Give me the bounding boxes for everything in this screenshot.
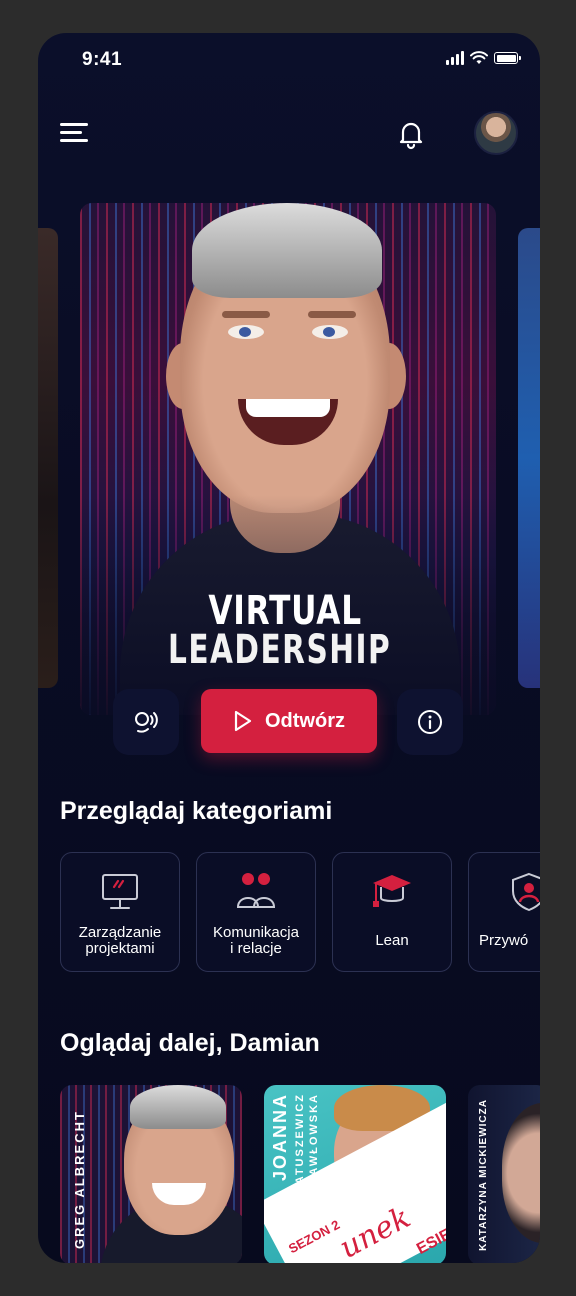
notifications-button[interactable] (394, 117, 428, 151)
wifi-icon (470, 51, 488, 64)
hero-actions: Odtwórz (38, 689, 540, 755)
category-label: Komunikacja (213, 924, 299, 941)
carousel-card-previous[interactable] (38, 228, 58, 688)
category-project-management[interactable]: Zarządzanie projektami (60, 852, 180, 972)
category-label-line2: projektami (85, 940, 155, 957)
monitor-icon (102, 874, 138, 909)
carousel-card-next[interactable] (518, 228, 540, 688)
play-button[interactable]: Odtwórz (201, 689, 377, 753)
play-icon (234, 710, 252, 732)
tile-speaker-name: KATARZYNA MICKIEWICZA (478, 1099, 489, 1251)
hero-card[interactable]: VIRTUAL LEADERSHIP (80, 203, 496, 715)
app-screen: 9:41 VIRTUAL LEADERSHIP Odtwórz Przegląd… (38, 33, 540, 1263)
category-leadership[interactable]: Przywó (468, 852, 540, 972)
profile-avatar[interactable] (474, 111, 518, 155)
continue-tile[interactable]: GREG ALBRECHT (60, 1085, 242, 1263)
category-label: Zarządzanie (78, 924, 162, 941)
continue-watching-list: GREG ALBRECHT JOANNA MATUSZEWICZ -PAWŁOW… (60, 1085, 540, 1263)
hero-title-line2: LEADERSHIP (168, 627, 392, 673)
tile-speaker-last-name-2: -PAWŁOWSKA (308, 1093, 320, 1190)
category-lean[interactable]: Lean (332, 852, 452, 972)
categories-title: Przeglądaj kategoriami (60, 797, 333, 825)
play-button-label: Odtwórz (265, 709, 345, 732)
category-communication[interactable]: Komunikacja i relacje (196, 852, 316, 972)
shield-person-icon (512, 872, 540, 912)
graduation-cap-icon (373, 875, 411, 907)
category-label: Lean (375, 932, 409, 949)
tile-speaker-name: GREG ALBRECHT (72, 1110, 87, 1250)
continue-watching-title: Oglądaj dalej, Damian (60, 1029, 320, 1057)
category-label: Przywó (479, 932, 529, 949)
menu-button[interactable] (60, 121, 90, 145)
info-button[interactable] (397, 689, 463, 755)
people-chat-icon (236, 873, 276, 908)
status-time: 9:41 (82, 49, 123, 70)
categories-list: Zarządzanie projektami Komunikacja i rel… (60, 852, 540, 972)
info-icon (418, 710, 442, 734)
bell-icon (399, 122, 423, 150)
continue-tile[interactable]: JOANNA MATUSZEWICZ -PAWŁOWSKA SEZON 2 un… (264, 1085, 446, 1263)
podcast-audio-icon (135, 712, 158, 733)
cellular-signal-icon (446, 51, 464, 65)
continue-tile[interactable]: KATARZYNA MICKIEWICZA (468, 1085, 540, 1263)
audio-button[interactable] (113, 689, 179, 755)
tile-speaker-first-name: JOANNA (270, 1093, 290, 1182)
battery-icon (494, 52, 521, 64)
tile-speaker-last-name: MATUSZEWICZ (294, 1093, 306, 1196)
category-label-line2: i relacje (230, 940, 282, 957)
status-icons (446, 51, 521, 65)
